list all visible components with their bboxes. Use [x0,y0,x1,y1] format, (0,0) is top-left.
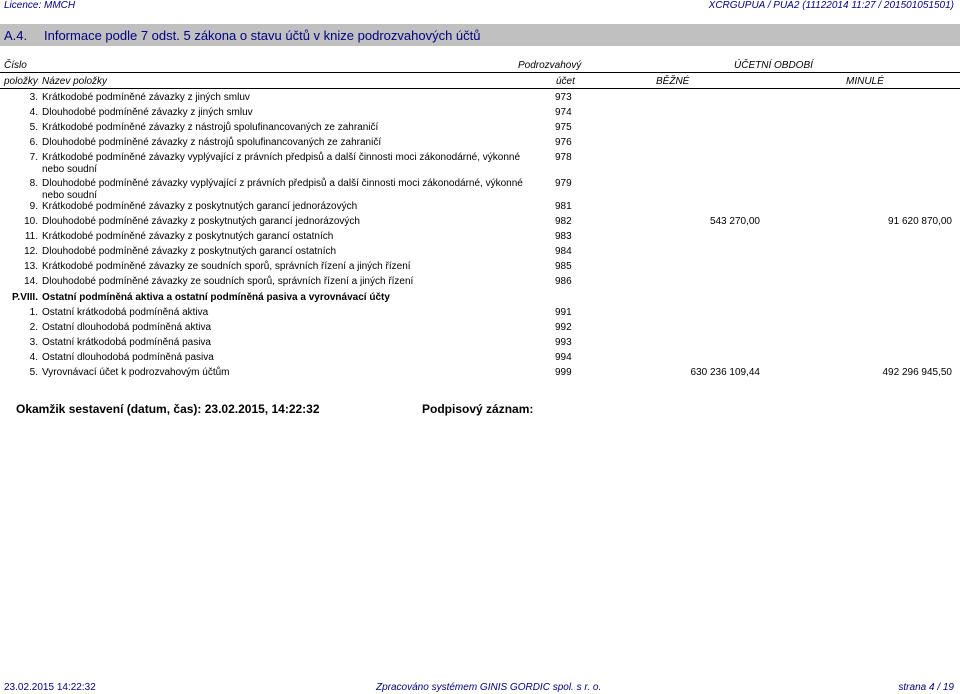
row-text: Krátkodobé podmíněné závazky vyplývající… [42,152,521,175]
header-bottom-divider [0,88,960,89]
signature-label: Podpisový záznam: [422,402,534,416]
row-text: Krátkodobé podmíněné závazky z poskytnut… [42,201,358,212]
row-text: Krátkodobé podmíněné závazky z poskytnut… [42,231,334,242]
row-account: 992 [555,322,572,333]
row-text: Ostatní dlouhodobá podmíněná pasiva [42,352,214,363]
footer-datetime: 23.02.2015 14:22:32 [4,682,96,693]
row-text: Krátkodobé podmíněné závazky ze soudních… [42,261,411,272]
row-account: 979 [555,178,572,189]
header-ucetni-obdobi: ÚČETNÍ OBDOBÍ [734,60,813,71]
row-text: Ostatní krátkodobá podmíněná pasiva [42,337,211,348]
row-number: 9. [29,201,38,212]
row-text: Dlouhodobé podmíněné závazky ze soudních… [42,276,414,287]
header-divider [0,72,960,73]
row-number: 3. [29,337,38,348]
row-account: 976 [555,137,572,148]
row-text: Vyrovnávací účet k podrozvahovým účtům [42,367,230,378]
header-ucet: účet [556,76,575,87]
row-text: Ostatní dlouhodobá podmíněná aktiva [42,322,212,333]
row-account: 986 [555,276,572,287]
row-text: Dlouhodobé podmíněné závazky z nástrojů … [42,137,382,148]
header-bezne: BĚŽNÉ [656,76,690,87]
row-number: 4. [29,352,38,363]
row-account: 982 [555,216,572,227]
header-polozky: položky [4,76,38,87]
row-account: 994 [555,352,572,363]
page-footer: 23.02.2015 14:22:32 Zpracováno systémem … [0,682,960,694]
footer-page: strana 4 / 19 [898,682,954,693]
row-number: 7. [29,152,38,163]
row-current-period: 543 270,00 [709,216,760,227]
row-number: 10. [24,216,38,227]
section-number: A.4. [4,28,28,43]
row-account: 978 [555,152,572,163]
row-account: 991 [555,307,572,318]
row-current-period: 630 236 109,44 [690,367,760,378]
header-podrozvahovy: Podrozvahový [518,60,582,71]
report-id: XCRGUPUA / PUA2 (11122014 11:27 / 201501… [708,0,954,11]
footer-system: Zpracováno systémem GINIS GORDIC spol. s… [376,682,602,693]
row-account: 981 [555,201,572,212]
row-account: 975 [555,122,572,133]
row-number: 14. [24,276,38,287]
row-number: 4. [29,107,38,118]
row-account: 999 [555,367,572,378]
row-text: Krátkodobé podmíněné závazky z jiných sm… [42,92,250,103]
compile-moment: Okamžik sestavení (datum, čas): 23.02.20… [16,402,320,416]
row-number: 12. [24,246,38,257]
row-previous-period: 91 620 870,00 [888,216,952,227]
row-text: Dlouhodobé podmíněné závazky z poskytnut… [42,246,337,257]
row-number: 6. [29,137,38,148]
row-number: P.VIII. [12,292,38,303]
row-account: 974 [555,107,572,118]
row-number: 8. [29,178,38,189]
section-title: Informace podle 7 odst. 5 zákona o stavu… [44,28,481,43]
top-bar: Licence: MMCH XCRGUPUA / PUA2 (11122014 … [0,0,960,12]
row-account: 993 [555,337,572,348]
header-minule: MINULÉ [846,76,884,87]
licence-label: Licence: MMCH [4,0,76,11]
row-text: Dlouhodobé podmíněné závazky z poskytnut… [42,216,360,227]
row-text: Dlouhodobé podmíněné závazky z jiných sm… [42,107,253,118]
row-number: 2. [29,322,38,333]
row-number: 3. [29,92,38,103]
row-number: 13. [24,261,38,272]
row-text: Dlouhodobé podmíněné závazky vyplývající… [42,178,523,201]
row-number: 11. [24,231,38,242]
row-account: 973 [555,92,572,103]
row-number: 5. [29,122,38,133]
row-account: 983 [555,231,572,242]
row-number: 1. [29,307,38,318]
row-previous-period: 492 296 945,50 [882,367,952,378]
row-number: 5. [29,367,38,378]
row-account: 984 [555,246,572,257]
header-nazev: Název položky [42,76,108,87]
row-text: Ostatní podmíněná aktiva a ostatní podmí… [42,292,390,303]
row-text: Ostatní krátkodobá podmíněná aktiva [42,307,209,318]
row-text: Krátkodobé podmíněné závazky z nástrojů … [42,122,379,133]
row-account: 985 [555,261,572,272]
header-cislo: Číslo [4,60,27,71]
section-title-bar: A.4. Informace podle 7 odst. 5 zákona o … [0,24,960,46]
